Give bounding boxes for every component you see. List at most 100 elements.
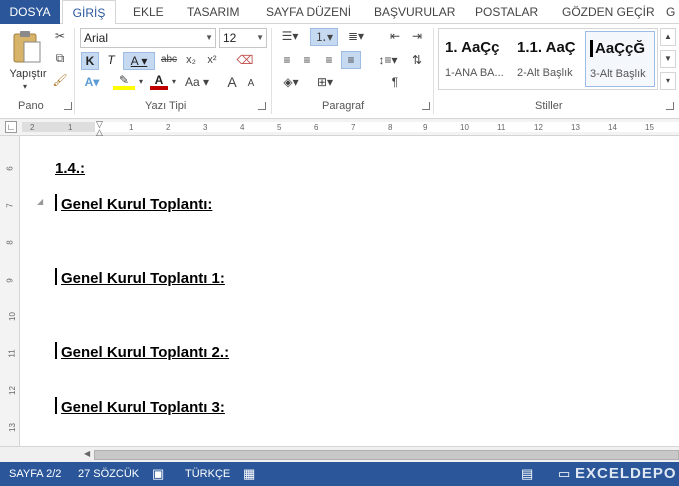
strikethrough-button[interactable]: abc [158, 52, 180, 68]
macro-icon[interactable]: ▦ [243, 462, 255, 486]
paste-icon [13, 31, 41, 63]
tab-design[interactable]: TASARIM [187, 0, 239, 24]
scroll-left-icon[interactable]: ◀ [84, 449, 90, 458]
sort-icon[interactable]: ⇅ [408, 52, 426, 68]
ruler-tick: 6 [5, 166, 15, 171]
word-count[interactable]: 27 SÖZCÜK [78, 462, 139, 486]
tab-selector-icon[interactable]: ∟ [5, 121, 17, 133]
collapse-triangle-icon[interactable]: ◢ [37, 197, 43, 206]
horizontal-ruler[interactable]: ∟ ▽ △ 2 1 1 2 3 4 5 6 7 8 9 10 11 12 13 … [0, 119, 679, 137]
heading-line[interactable]: 1.4.: [55, 160, 85, 177]
language-indicator[interactable]: TÜRKÇE [185, 462, 230, 486]
paragraph-launcher-icon[interactable] [422, 102, 430, 110]
styles-more-icon[interactable]: ▾ [660, 72, 676, 90]
italic-button[interactable]: T [102, 52, 120, 68]
ribbon-tabs: DOSYA GİRİŞ EKLE TASARIM SAYFA DÜZENİ BA… [0, 0, 679, 25]
font-launcher-icon[interactable] [258, 102, 266, 110]
styles-up-icon[interactable]: ▲ [660, 28, 676, 46]
ruler-tick: 1 [129, 123, 134, 132]
style-heading-1[interactable]: 1. AaÇç 1-ANA BA... [441, 31, 511, 87]
style-preview: AaÇçĞ [590, 40, 654, 57]
tab-page-layout[interactable]: SAYFA DÜZENİ [266, 0, 351, 24]
text-effects-icon[interactable]: A▾ [81, 74, 103, 90]
tab-file[interactable]: DOSYA [0, 0, 60, 24]
chevron-down-icon[interactable]: ▾ [169, 74, 179, 90]
tab-view[interactable]: G [666, 0, 675, 24]
align-right-icon[interactable]: ≡ [320, 52, 338, 68]
shading-icon[interactable]: ◈▾ [278, 74, 304, 90]
ruler-tick: 2 [30, 123, 35, 132]
styles-launcher-icon[interactable] [666, 102, 674, 110]
heading-line[interactable]: Genel Kurul Toplantı 2.: [61, 344, 229, 361]
tab-review[interactable]: GÖZDEN GEÇİR [562, 0, 655, 24]
bullets-icon[interactable]: ☰▾ [278, 28, 302, 44]
ruler-body [95, 122, 679, 132]
horizontal-scrollbar[interactable]: ◀ [0, 446, 679, 462]
ruler-tick: 10 [460, 123, 469, 132]
grow-font-button[interactable]: A [224, 74, 240, 90]
heading-line[interactable]: Genel Kurul Toplantı 3: [61, 399, 225, 416]
paste-button[interactable]: Yapıştır ▾ [6, 28, 47, 96]
increase-indent-icon[interactable]: ⇥ [408, 28, 426, 44]
page-indicator[interactable]: SAYFA 2/2 [9, 462, 61, 486]
document-page[interactable]: 1.4.: ◢ Genel Kurul Toplantı: Genel Kuru… [21, 136, 679, 446]
heading-line[interactable]: Genel Kurul Toplantı: [61, 196, 212, 213]
ruler-tick: 10 [7, 312, 17, 321]
chevron-down-icon[interactable]: ▾ [136, 74, 146, 90]
pilcrow-icon[interactable]: ¶ [386, 74, 404, 90]
subscript-button[interactable]: x₂ [182, 52, 200, 68]
ruler-tick: 8 [388, 123, 393, 132]
cut-icon[interactable]: ✂ [52, 28, 68, 44]
styles-gallery: 1. AaÇç 1-ANA BA... 1.1. AaÇ 2-Alt Başlı… [438, 28, 658, 90]
style-heading-2[interactable]: 1.1. AaÇ 2-Alt Başlık [513, 31, 583, 87]
ruler-tick: 9 [423, 123, 428, 132]
change-case-button[interactable]: Aa ▾ [183, 74, 211, 90]
vertical-ruler: 6 7 8 9 10 11 12 13 [0, 136, 20, 446]
font-color-icon[interactable]: A [150, 72, 168, 90]
superscript-button[interactable]: x² [203, 52, 221, 68]
font-name-value: Arial [84, 31, 109, 45]
ruler-tick: 11 [7, 349, 17, 358]
font-size-select[interactable]: 12 ▼ [219, 28, 267, 48]
clear-format-icon[interactable]: ⌫ [236, 52, 254, 68]
clipboard-launcher-icon[interactable] [64, 102, 72, 110]
style-heading-3[interactable]: AaÇçĞ 3-Alt Başlık [585, 31, 655, 87]
read-mode-icon[interactable]: ▤ [521, 462, 533, 486]
bold-button[interactable]: K [81, 52, 99, 70]
ruler-tick: 6 [314, 123, 319, 132]
styles-down-icon[interactable]: ▼ [660, 50, 676, 68]
multilevel-list-icon[interactable]: ≣▾ [344, 28, 368, 44]
chevron-down-icon: ▼ [205, 33, 213, 42]
style-name: 2-Alt Başlık [517, 67, 573, 79]
scrollbar-thumb[interactable] [94, 450, 679, 460]
ruler-tick: 13 [571, 123, 580, 132]
tab-home[interactable]: GİRİŞ [62, 0, 116, 25]
heading-line[interactable]: Genel Kurul Toplantı 1: [61, 270, 225, 287]
print-layout-icon[interactable]: ▭ [558, 462, 570, 486]
watermark-logo: EXCELDEPO [575, 465, 677, 482]
highlight-icon[interactable]: ✎ [113, 72, 135, 90]
tab-references[interactable]: BAŞVURULAR [374, 0, 455, 24]
shrink-font-button[interactable]: A [244, 76, 258, 92]
line-spacing-icon[interactable]: ↕≡▾ [374, 52, 402, 68]
borders-icon[interactable]: ⊞▾ [312, 74, 338, 90]
group-label-clipboard: Pano [18, 100, 44, 112]
font-size-value: 12 [223, 31, 237, 45]
numbering-icon[interactable]: ⒈▾ [310, 28, 338, 46]
style-bar [55, 342, 57, 359]
copy-icon[interactable]: ⧉ [52, 50, 68, 66]
tab-insert[interactable]: EKLE [133, 0, 164, 24]
format-painter-icon[interactable]: 🖌 [52, 72, 68, 88]
ruler-tick: 15 [645, 123, 654, 132]
font-name-select[interactable]: Arial ▼ [80, 28, 216, 48]
align-left-icon[interactable]: ≡ [278, 52, 296, 68]
decrease-indent-icon[interactable]: ⇤ [386, 28, 404, 44]
style-name: 1-ANA BA... [445, 67, 504, 79]
tab-mailings[interactable]: POSTALAR [475, 0, 538, 24]
align-center-icon[interactable]: ≡ [298, 52, 316, 68]
justify-icon[interactable]: ≡ [341, 51, 361, 69]
proofing-icon[interactable]: ▣ [152, 462, 164, 486]
divider [271, 28, 272, 114]
underline-button[interactable]: A ▾ [123, 52, 155, 70]
divider [433, 28, 434, 114]
